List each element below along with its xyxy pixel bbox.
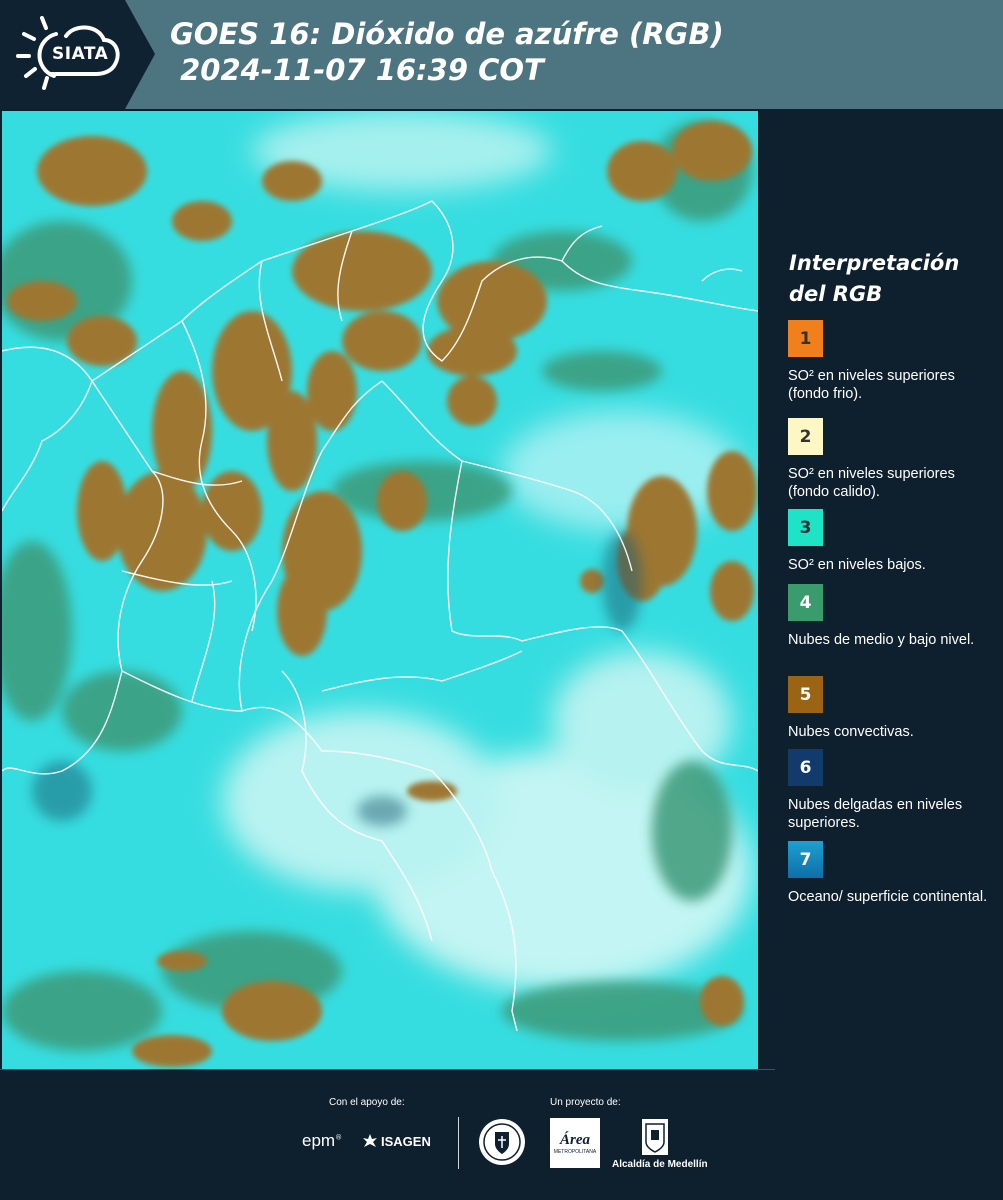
legend-swatch: 3 (788, 509, 823, 546)
legend-item-6: 6 Nubes delgadas en niveles superiores. (788, 749, 993, 832)
epm-logo: epm® (302, 1131, 343, 1150)
support-label: Con el apoyo de: (329, 1097, 405, 1108)
legend-swatch: 2 (788, 418, 823, 455)
legend-number: 7 (799, 849, 812, 870)
footer-divider-top (0, 1069, 775, 1070)
siata-logo-text: SIATA (52, 44, 109, 64)
alcaldia-label: Alcaldía de Medellín (612, 1159, 708, 1170)
legend-item-4: 4 Nubes de medio y bajo nivel. (788, 584, 993, 649)
legend-label: SO² en niveles superiores (fondo frio). (788, 368, 955, 402)
legend-label: SO² en niveles superiores (fondo calido)… (788, 466, 955, 500)
legend-label: Nubes de medio y bajo nivel. (788, 632, 975, 648)
alcaldia-shield-icon (642, 1119, 668, 1155)
legend-item-5: 5 Nubes convectivas. (788, 676, 993, 741)
isagen-icon (363, 1134, 377, 1147)
legend-item-3: 3 SO² en niveles bajos. (788, 509, 993, 574)
epm-logo-text: epm (302, 1131, 336, 1150)
legend-swatch: 4 (788, 584, 823, 621)
legend-item-7: 7 Oceano/ superficie continental. (788, 841, 993, 906)
legend-number: 2 (799, 426, 812, 447)
legend-swatch: 5 (788, 676, 823, 713)
page-title: GOES 16: Dióxido de azúfre (RGB) 2024-11… (170, 16, 724, 88)
title-line-1: GOES 16: Dióxido de azúfre (RGB) (170, 17, 724, 51)
legend-number: 3 (799, 517, 812, 538)
legend-swatch: 1 (788, 320, 823, 357)
satellite-imagery (2, 111, 758, 1069)
legend-item-1: 1 SO² en niveles superiores (fondo frio)… (788, 320, 993, 403)
legend-swatch: 7 (788, 841, 823, 878)
legend-title: Interpretación del RGB (789, 251, 960, 306)
isagen-logo: ISAGEN (361, 1132, 431, 1150)
footer-vertical-divider (458, 1117, 459, 1169)
legend-label: SO² en niveles bajos. (788, 557, 926, 573)
area-metropolitana-logo: Área METROPOLITANA (550, 1118, 600, 1168)
legend-swatch: 6 (788, 749, 823, 786)
isagen-logo-text: ISAGEN (381, 1133, 431, 1149)
university-seal-icon (479, 1119, 525, 1165)
area-logo-subtext: METROPOLITANA (553, 1148, 597, 1155)
title-line-2: 2024-11-07 16:39 COT (170, 53, 544, 87)
header-bar: SIATA GOES 16: Dióxido de azúfre (RGB) 2… (0, 0, 1003, 109)
legend-number: 4 (799, 592, 812, 613)
legend-label: Nubes convectivas. (788, 724, 914, 740)
legend-number: 5 (799, 684, 812, 705)
area-logo-text: Área (560, 1131, 590, 1148)
legend-number: 1 (799, 328, 812, 349)
legend-label: Oceano/ superficie continental. (788, 889, 988, 905)
project-label: Un proyecto de: (550, 1097, 621, 1108)
legend-number: 6 (799, 757, 812, 778)
siata-logo: SIATA (0, 0, 155, 109)
legend-label: Nubes delgadas en niveles superiores. (788, 797, 963, 831)
satellite-map (2, 111, 758, 1069)
legend-item-2: 2 SO² en niveles superiores (fondo calid… (788, 418, 993, 501)
